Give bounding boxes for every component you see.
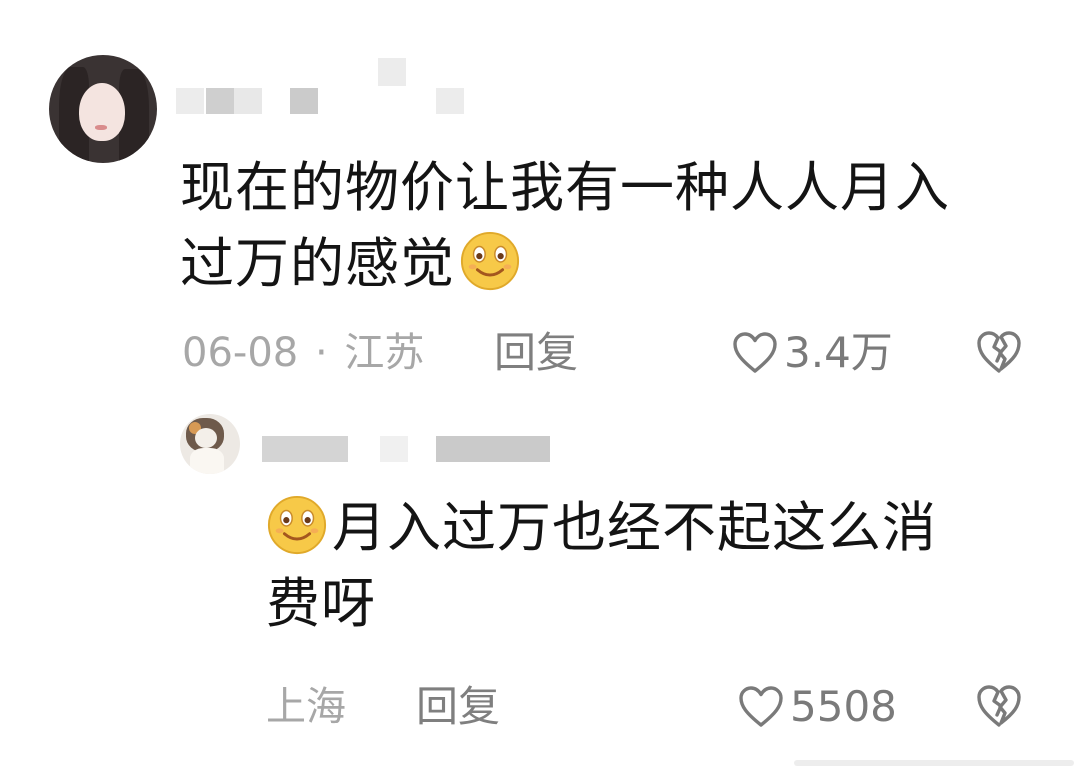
comment-like-count: 3.4万 <box>784 328 893 377</box>
reply-text: 月入过万也经不起这么消 费呀 <box>266 490 1026 642</box>
heart-outline-icon <box>733 332 777 373</box>
comment-text: 现在的物价让我有一种人人月入 过万的感觉 <box>180 150 1040 302</box>
reply-location: 上海 <box>266 684 346 730</box>
meta-separator: · <box>314 330 328 376</box>
reply-like-button[interactable]: 5508 <box>738 682 897 732</box>
commenter-avatar[interactable] <box>49 55 157 163</box>
comment-like-button[interactable]: 3.4万 <box>732 328 893 378</box>
watermark <box>794 760 1074 766</box>
broken-heart-icon[interactable] <box>975 682 1023 730</box>
comment-reply-button[interactable]: 回复 <box>494 328 578 378</box>
comment-date: 06-08 <box>182 330 299 376</box>
reply-meta: 上海 <box>266 682 346 732</box>
smiley-emoji-icon <box>460 231 520 291</box>
reply-text-line2: 费呀 <box>266 572 376 635</box>
replier-avatar[interactable] <box>180 414 240 474</box>
reply-reply-button[interactable]: 回复 <box>416 682 500 732</box>
broken-heart-icon[interactable] <box>975 328 1023 376</box>
comment-meta: 06-08 · 江苏 <box>182 328 424 378</box>
comment-text-line1: 现在的物价让我有一种人人月入 <box>180 156 950 219</box>
smiley-emoji-icon <box>267 495 327 555</box>
reply-text-line1: 月入过万也经不起这么消 <box>332 496 937 559</box>
heart-outline-icon <box>739 686 783 727</box>
reply-like-count: 5508 <box>790 682 897 731</box>
comment-text-line2: 过万的感觉 <box>180 232 455 295</box>
comment-location: 江苏 <box>344 330 425 376</box>
